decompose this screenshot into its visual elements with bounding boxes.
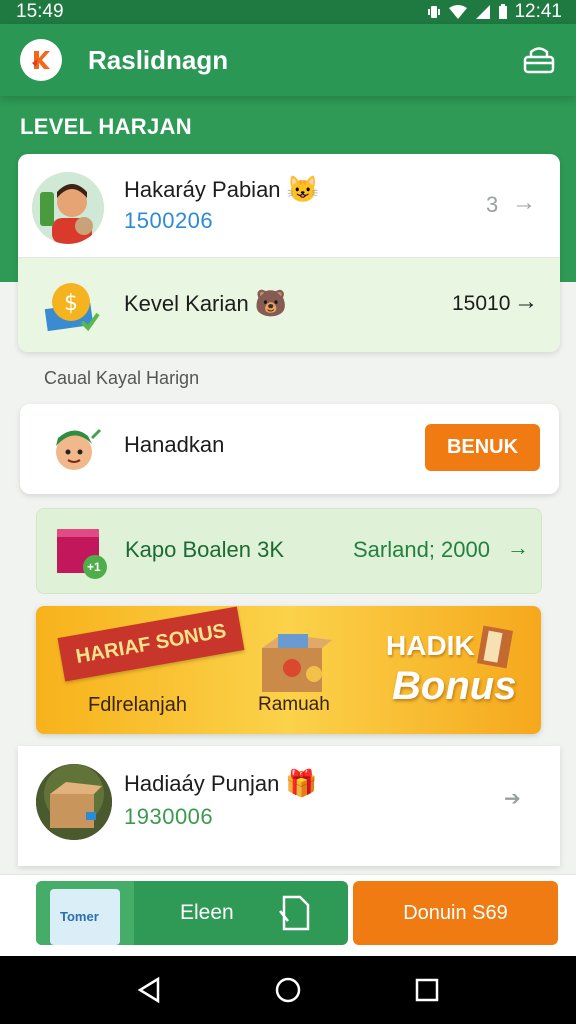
bottom-action-bar: Tomer Eleen Donuin S69 (0, 874, 576, 956)
card-title: Hanadkan (124, 432, 225, 457)
arrow-right-icon[interactable]: → (514, 288, 538, 316)
avatar (48, 422, 104, 476)
status-bar: 15:49 12:41 (0, 0, 576, 24)
daily-level-card: Hakaráy Pabian 😺 1500206 3 → $ Kevel Kar… (18, 154, 560, 352)
status-time-left: 15:49 (16, 1, 64, 22)
back-icon[interactable] (136, 976, 162, 1004)
status-time-right: 12:41 (514, 1, 562, 22)
recents-icon[interactable] (414, 977, 440, 1003)
vibrate-icon (428, 6, 441, 18)
arrow-right-icon[interactable]: → (512, 189, 536, 217)
mission-card: Hanadkan BENUK (20, 404, 559, 494)
promo-reward: Sarland; 2000 (353, 537, 490, 562)
banner-right-sub: Bonus (392, 664, 517, 708)
system-nav-bar (0, 956, 576, 1024)
row-count: 3 (486, 192, 499, 217)
app-title: Raslidnagn (88, 44, 229, 75)
banner-mid-label: Ramuah (258, 694, 330, 715)
banner-ribbon: HARIAF SONUS (57, 606, 245, 682)
signal-icon (476, 5, 491, 19)
gift-box-icon: +1 (55, 523, 111, 581)
arrow-right-icon[interactable]: → (507, 535, 529, 561)
row-amount: 15010 (452, 292, 511, 315)
list-row-level[interactable]: Hakaráy Pabian 😺 1500206 3 → (18, 154, 560, 258)
svg-text:$: $ (64, 291, 78, 316)
coin-icon: $ (42, 276, 100, 334)
benuk-button[interactable]: BENUK (425, 424, 540, 471)
banner-right-title: HADIK (386, 630, 475, 661)
product-thumbnail: Tomer (36, 881, 134, 945)
thumbnail-text: Tomer (60, 909, 99, 924)
row-title: Kevel Karian (124, 290, 249, 316)
row-value: 1930006 (124, 804, 214, 829)
donuin-button[interactable]: Donuin S69 (353, 881, 558, 945)
avatar (32, 172, 104, 244)
eleen-label: Eleen (180, 901, 234, 924)
document-icon (279, 895, 310, 931)
arrow-right-icon[interactable]: ➔ (504, 786, 521, 811)
gift-card: Hadiaáy Punjan 🎁 1930006 ➔ (18, 746, 560, 866)
row-value: 1500206 (124, 208, 214, 233)
subheading: Caual Kayal Harign (44, 368, 200, 388)
book-icon (476, 624, 516, 670)
wifi-icon (449, 5, 468, 19)
row-title: Hakaráy Pabian (124, 176, 281, 202)
bear-emoji-icon: 🐻 (254, 288, 288, 318)
app-bar: Raslidnagn (0, 24, 576, 96)
k-logo-icon[interactable] (20, 39, 62, 81)
gift-box-icon (252, 626, 334, 696)
home-icon[interactable] (274, 976, 302, 1004)
eleen-button[interactable]: Tomer Eleen (36, 881, 348, 945)
promo-row[interactable]: +1 Kapo Boalen 3K Sarland; 2000 → (36, 508, 542, 594)
row-title: Hadiaáy Punjan (124, 770, 280, 796)
status-icons: 12:41 (426, 1, 562, 23)
bonus-banner[interactable]: HARIAF SONUS Fdlrelanjah Ramuah HADIK Bo… (36, 606, 541, 734)
list-row-kevel[interactable]: $ Kevel Karian 🐻 15010 → (18, 258, 560, 352)
battery-icon (499, 4, 508, 19)
cat-emoji-icon: 😺 (286, 174, 319, 204)
basket-icon[interactable] (522, 45, 556, 75)
promo-title: Kapo Boalen 3K (125, 537, 285, 562)
list-row-gift[interactable]: Hadiaáy Punjan 🎁 1930006 ➔ (18, 746, 560, 856)
plus-badge: +1 (87, 560, 101, 574)
avatar (36, 764, 112, 840)
section-title: LEVEL HARJAN (20, 114, 192, 139)
gift-emoji-icon: 🎁 (285, 768, 318, 798)
banner-left-label: Fdlrelanjah (88, 694, 187, 716)
